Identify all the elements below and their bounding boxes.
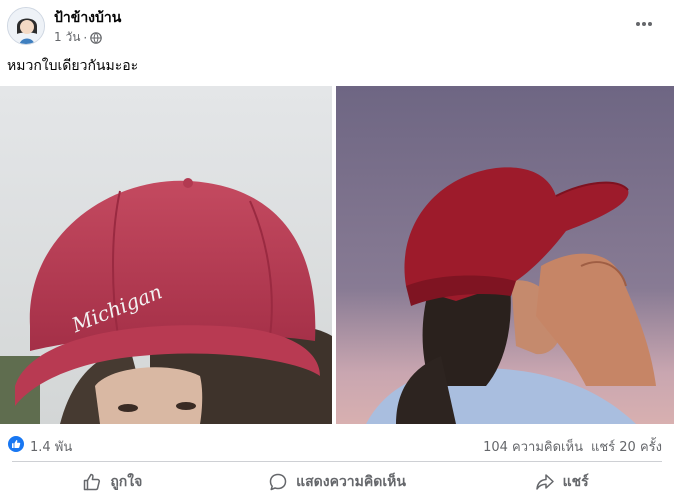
post-time[interactable]: 1 วัน <box>54 28 80 47</box>
globe-icon <box>90 31 103 44</box>
post-header: ป้าข้างบ้าน 1 วัน · <box>0 0 674 50</box>
photo-grid: Michigan <box>0 86 674 424</box>
like-reaction-icon <box>8 436 24 452</box>
post-caption: หมวกใบเดียวกันมะอะ <box>7 58 139 74</box>
reaction-stats-bar: 1.4 พัน 104 ความคิดเห็น แชร์ 20 ครั้ง <box>0 430 674 458</box>
share-button[interactable]: แชร์ <box>449 464 674 500</box>
comment-bubble-icon <box>269 473 287 491</box>
comment-button[interactable]: แสดงความคิดเห็น <box>225 464 450 500</box>
more-horizontal-icon <box>636 22 652 26</box>
engagement-counts: 104 ความคิดเห็น แชร์ 20 ครั้ง <box>483 436 662 457</box>
share-arrow-icon <box>535 474 554 490</box>
share-count[interactable]: แชร์ 20 ครั้ง <box>591 436 662 457</box>
author-name[interactable]: ป้าข้างบ้าน <box>54 7 121 29</box>
photo-right[interactable] <box>336 86 674 424</box>
meta-separator: · <box>83 30 88 45</box>
share-button-label: แชร์ <box>562 474 589 490</box>
post-meta: 1 วัน · <box>54 28 103 47</box>
author-avatar[interactable] <box>7 7 45 45</box>
reaction-count[interactable]: 1.4 พัน <box>30 436 72 457</box>
like-button-label: ถูกใจ <box>110 474 143 490</box>
post-actions: ถูกใจ แสดงความคิดเห็น แชร์ <box>0 464 674 500</box>
like-button[interactable]: ถูกใจ <box>0 464 225 500</box>
action-divider <box>12 461 662 462</box>
comment-count[interactable]: 104 ความคิดเห็น <box>483 436 583 457</box>
comment-button-label: แสดงความคิดเห็น <box>296 474 406 490</box>
thumbs-up-icon <box>84 473 101 491</box>
more-options-button[interactable] <box>629 9 659 39</box>
photo-left[interactable]: Michigan <box>0 86 332 424</box>
